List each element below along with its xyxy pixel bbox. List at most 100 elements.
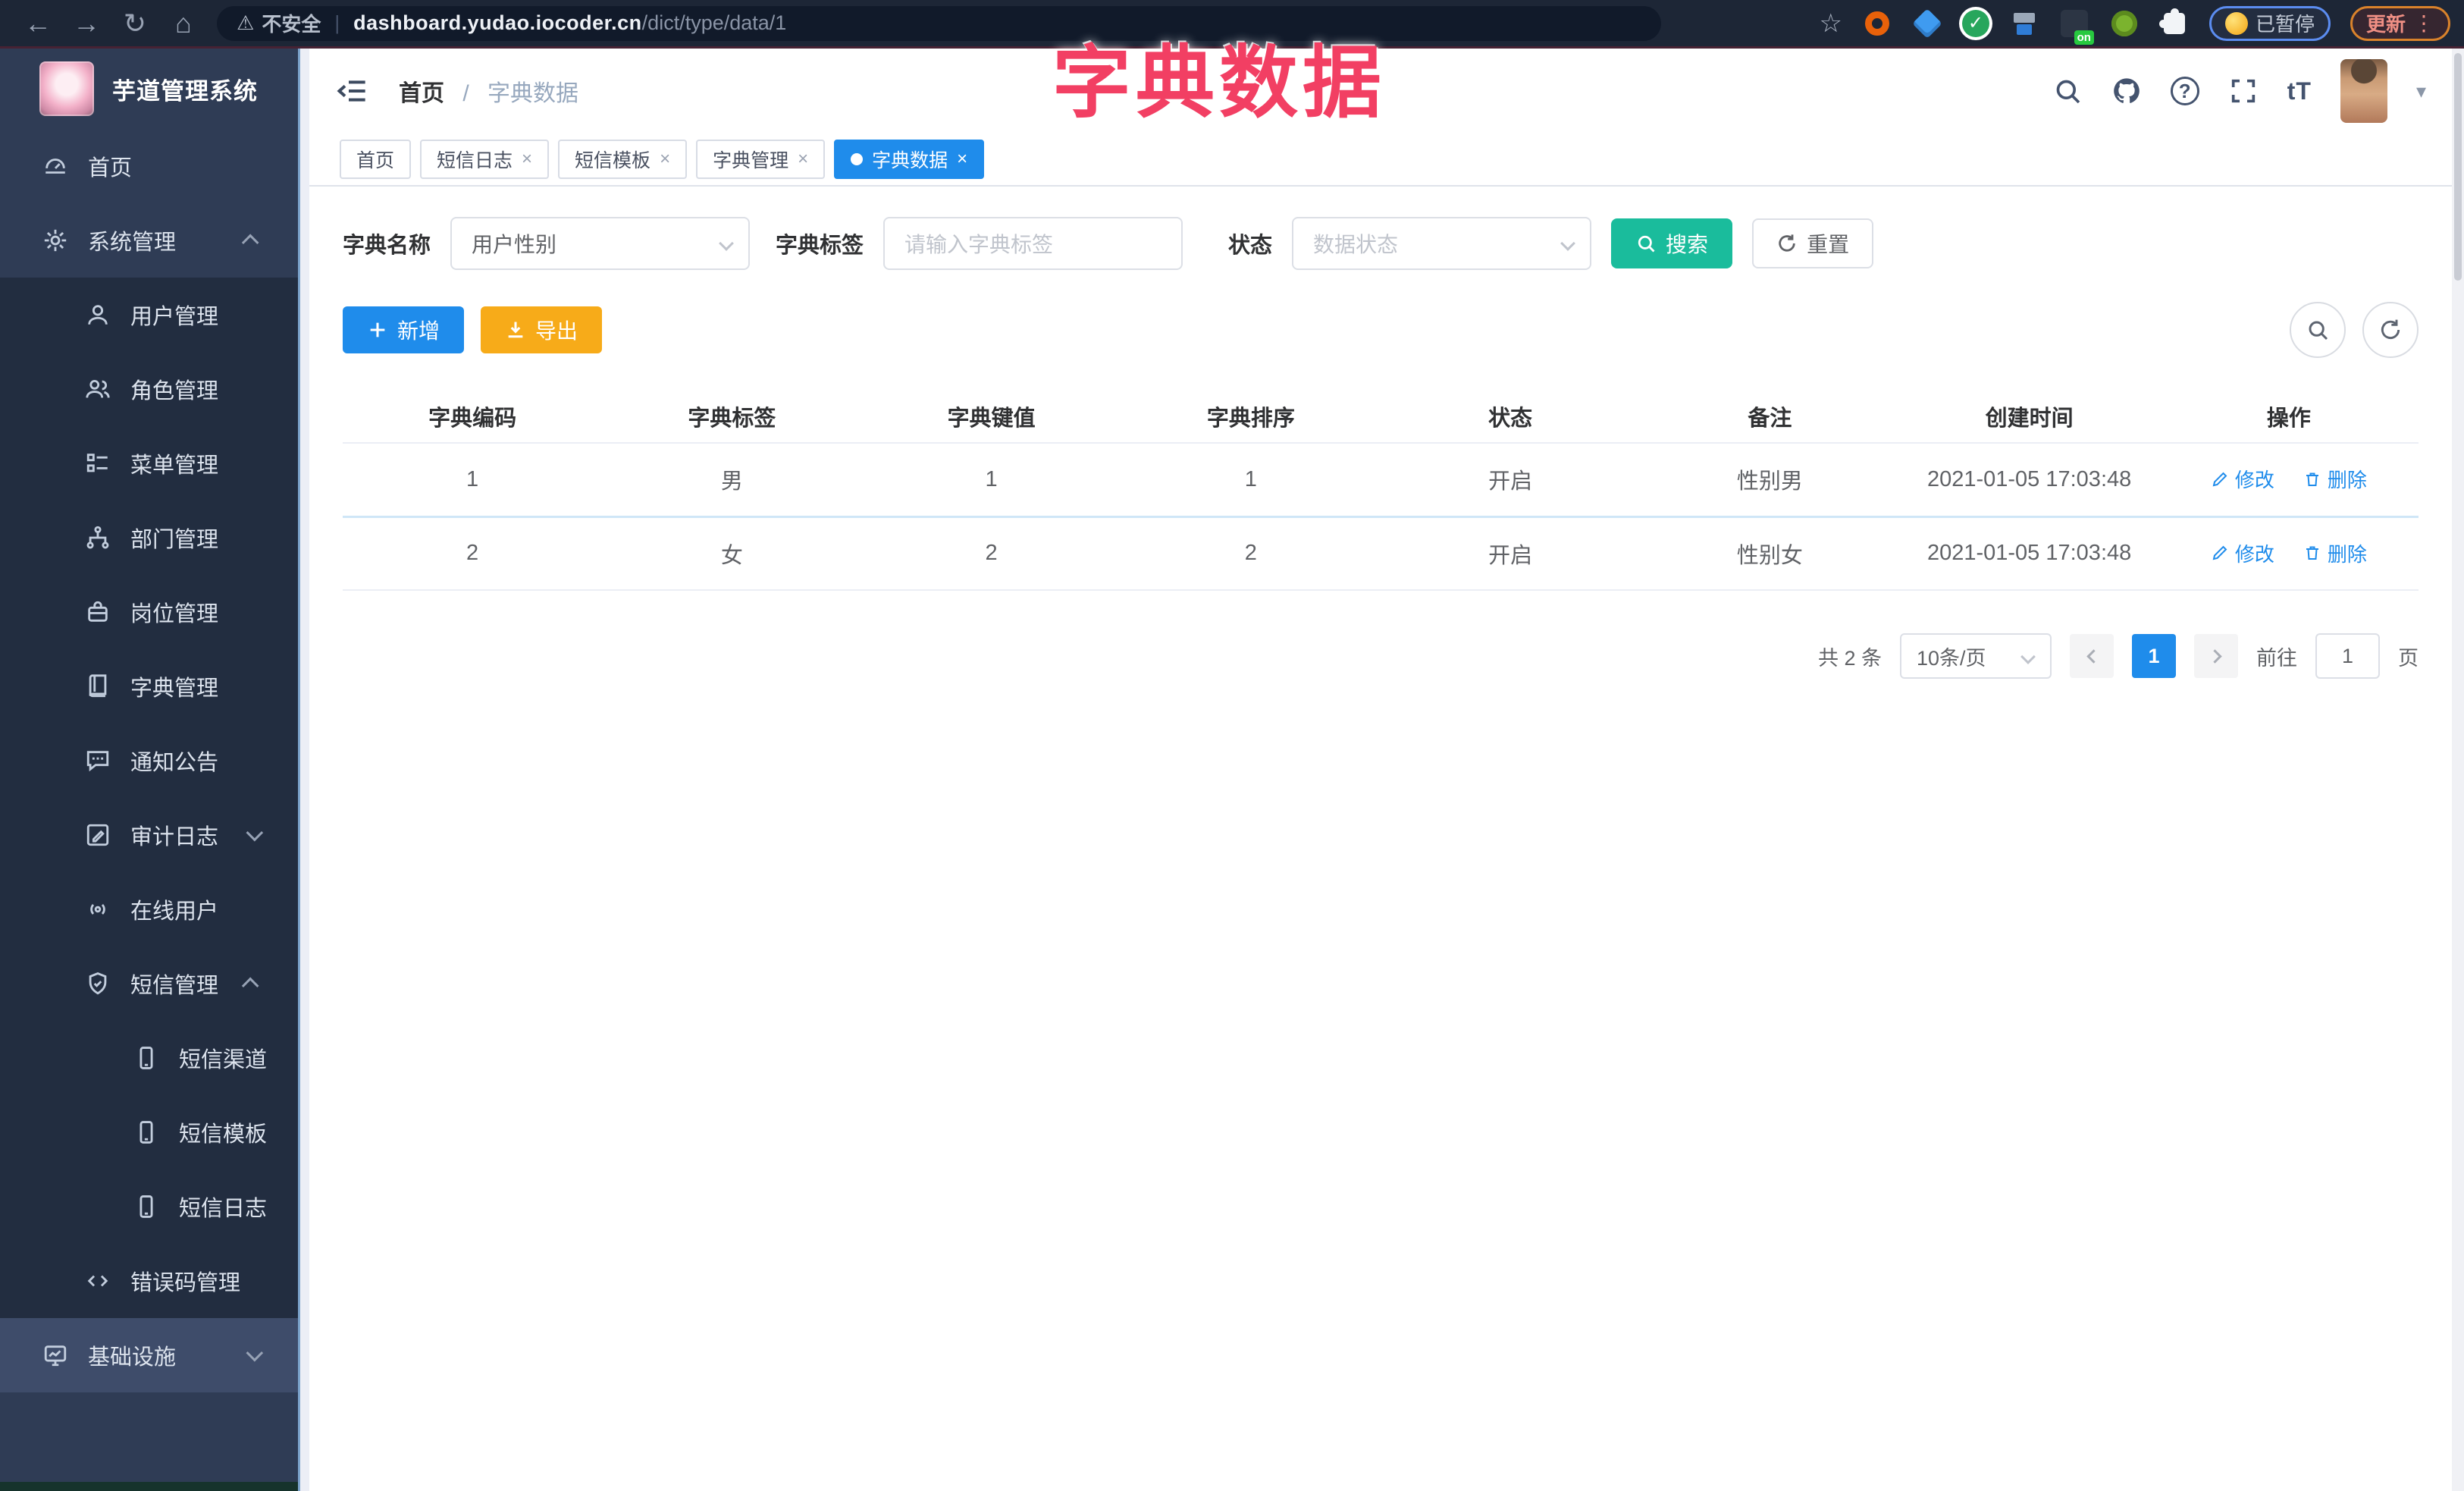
sidebar-item-error-code[interactable]: 错误码管理 — [0, 1244, 298, 1318]
sidebar-item-dict-mgmt[interactable]: 字典管理 — [0, 649, 298, 724]
sidebar-item-menu-mgmt[interactable]: 菜单管理 — [0, 426, 298, 501]
tab-dict-data[interactable]: 字典数据 × — [834, 140, 985, 179]
browser-update-button[interactable]: 更新 ⋮ — [2350, 5, 2450, 41]
sidebar-fold-icon[interactable] — [335, 76, 370, 106]
sidebar-item-home[interactable]: 首页 — [0, 129, 298, 203]
edit-link[interactable]: 修改 — [2211, 465, 2274, 493]
broadcast-icon — [90, 904, 105, 915]
chevron-left-icon — [2086, 648, 2101, 664]
dict-label-input[interactable]: 请输入字典标签 — [883, 217, 1183, 270]
plus-icon — [370, 322, 385, 337]
toggle-search-button[interactable] — [2290, 302, 2346, 358]
sidebar-item-infrastructure[interactable]: 基础设施 — [0, 1318, 298, 1392]
sidebar-item-sms-log[interactable]: 短信日志 — [0, 1169, 298, 1244]
search-icon[interactable] — [2052, 76, 2083, 106]
close-icon[interactable]: × — [798, 149, 808, 170]
sidebar-item-label: 短信模板 — [179, 1122, 268, 1147]
col-header: 操作 — [2158, 390, 2419, 444]
font-size-icon[interactable]: tT — [2287, 77, 2312, 105]
help-icon[interactable]: ? — [2170, 77, 2199, 105]
browser-back-icon[interactable]: ← — [14, 8, 62, 39]
extension-blocks-icon[interactable] — [2009, 8, 2039, 39]
edit-link[interactable]: 修改 — [2211, 539, 2274, 567]
browser-reload-icon[interactable]: ↻ — [111, 8, 159, 39]
refresh-table-button[interactable] — [2362, 302, 2419, 358]
page-size-select[interactable]: 10条/页 — [1900, 633, 2052, 679]
close-icon[interactable]: × — [660, 149, 670, 170]
status-select[interactable]: 数据状态 — [1292, 217, 1592, 270]
edit-icon — [2212, 472, 2227, 486]
tab-dict-mgmt[interactable]: 字典管理 × — [696, 140, 826, 179]
next-page-button[interactable] — [2194, 634, 2238, 678]
tab-home[interactable]: 首页 — [340, 140, 412, 179]
avatar-caret-down-icon[interactable]: ▾ — [2416, 80, 2426, 103]
col-header: 状态 — [1381, 390, 1641, 444]
browser-home-icon[interactable]: ⌂ — [159, 8, 208, 39]
chevron-down-icon — [719, 236, 734, 251]
page-size-value: 10条/页 — [1917, 646, 1986, 670]
refresh-icon — [2381, 319, 2400, 339]
extension-dark-on-icon[interactable]: on — [2059, 8, 2094, 45]
app-logo-row[interactable]: 芋道管理系统 — [0, 49, 298, 129]
security-warning-icon: ⚠ — [237, 11, 255, 34]
add-button-label: 新增 — [397, 319, 440, 343]
address-bar[interactable]: ⚠ 不安全 | dashboard.yudao.iocoder.cn /dict… — [217, 5, 1661, 41]
tab-sms-template[interactable]: 短信模板 × — [558, 140, 688, 179]
extension-gem-icon[interactable] — [1912, 8, 1942, 39]
close-icon[interactable]: × — [957, 149, 967, 170]
status-label: 状态 — [1228, 234, 1273, 258]
fullscreen-icon[interactable] — [2228, 76, 2259, 106]
sidebar-item-sms-mgmt[interactable]: 短信管理 — [0, 946, 298, 1021]
bookmark-star-icon[interactable]: ☆ — [1819, 8, 1842, 39]
sidebar-scrollbar[interactable] — [298, 49, 309, 1491]
export-button[interactable]: 导出 — [481, 306, 603, 353]
sidebar-item-dept-mgmt[interactable]: 部门管理 — [0, 501, 298, 575]
sidebar-item-post-mgmt[interactable]: 岗位管理 — [0, 575, 298, 649]
delete-link[interactable]: 删除 — [2303, 465, 2367, 493]
extension-check-icon[interactable]: ✓ — [1961, 9, 1989, 37]
breadcrumb-home[interactable]: 首页 — [399, 81, 444, 106]
extensions-puzzle-icon[interactable] — [2158, 8, 2190, 39]
code-icon — [87, 1275, 108, 1287]
browser-forward-icon[interactable]: → — [62, 8, 111, 39]
scrollbar-thumb[interactable] — [2454, 53, 2462, 281]
sidebar-item-audit-log[interactable]: 审计日志 — [0, 798, 298, 872]
export-button-label: 导出 — [535, 319, 578, 343]
cell-code: 1 — [343, 443, 603, 518]
delete-label: 删除 — [2327, 542, 2367, 566]
users-icon — [86, 379, 110, 398]
github-icon[interactable] — [2111, 76, 2142, 106]
sidebar-item-role-mgmt[interactable]: 角色管理 — [0, 352, 298, 426]
page-number-current[interactable]: 1 — [2132, 634, 2176, 678]
sidebar-item-sms-channel[interactable]: 短信渠道 — [0, 1021, 298, 1095]
prev-page-button[interactable] — [2070, 634, 2114, 678]
reset-button[interactable]: 重置 — [1752, 218, 1874, 268]
extension-donut-icon[interactable] — [1862, 8, 1892, 39]
sidebar-item-online-users[interactable]: 在线用户 — [0, 872, 298, 946]
page: ← → ↻ ⌂ ⚠ 不安全 | dashboard.yudao.iocoder.… — [0, 0, 2464, 1491]
add-button[interactable]: 新增 — [343, 306, 465, 353]
search-button[interactable]: 搜索 — [1611, 218, 1733, 268]
sidebar-item-sms-template[interactable]: 短信模板 — [0, 1095, 298, 1169]
goto-page-input[interactable]: 1 — [2315, 633, 2380, 679]
sidebar-item-system[interactable]: 系统管理 — [0, 203, 298, 278]
sidebar-item-label: 用户管理 — [130, 305, 219, 329]
extension-bug-icon[interactable] — [2109, 8, 2140, 39]
tab-sms-log[interactable]: 短信日志 × — [420, 140, 550, 179]
delete-link[interactable]: 删除 — [2303, 539, 2367, 567]
close-icon[interactable]: × — [522, 149, 532, 170]
sidebar-item-user-mgmt[interactable]: 用户管理 — [0, 278, 298, 352]
user-avatar[interactable] — [2340, 59, 2387, 123]
status-placeholder: 数据状态 — [1313, 233, 1399, 256]
edit-label: 修改 — [2234, 469, 2274, 491]
sidebar-item-notice[interactable]: 通知公告 — [0, 724, 298, 798]
breadcrumb-separator: / — [462, 81, 469, 106]
page-scrollbar[interactable] — [2452, 49, 2464, 1491]
browser-extensions-area: ☆ ✓ on 已暂停 更新 ⋮ — [1819, 5, 2450, 45]
url-host: dashboard.yudao.iocoder.cn — [353, 11, 642, 34]
sidebar-item-label: 系统管理 — [88, 231, 177, 255]
dict-name-select[interactable]: 用户性别 — [450, 217, 751, 270]
profile-paused-badge[interactable]: 已暂停 — [2209, 5, 2331, 41]
tag-tabs-bar: 首页 短信日志 × 短信模板 × 字典管理 × 字典数据 × — [309, 133, 2452, 187]
browser-menu-icon[interactable]: ⋮ — [2413, 11, 2434, 36]
